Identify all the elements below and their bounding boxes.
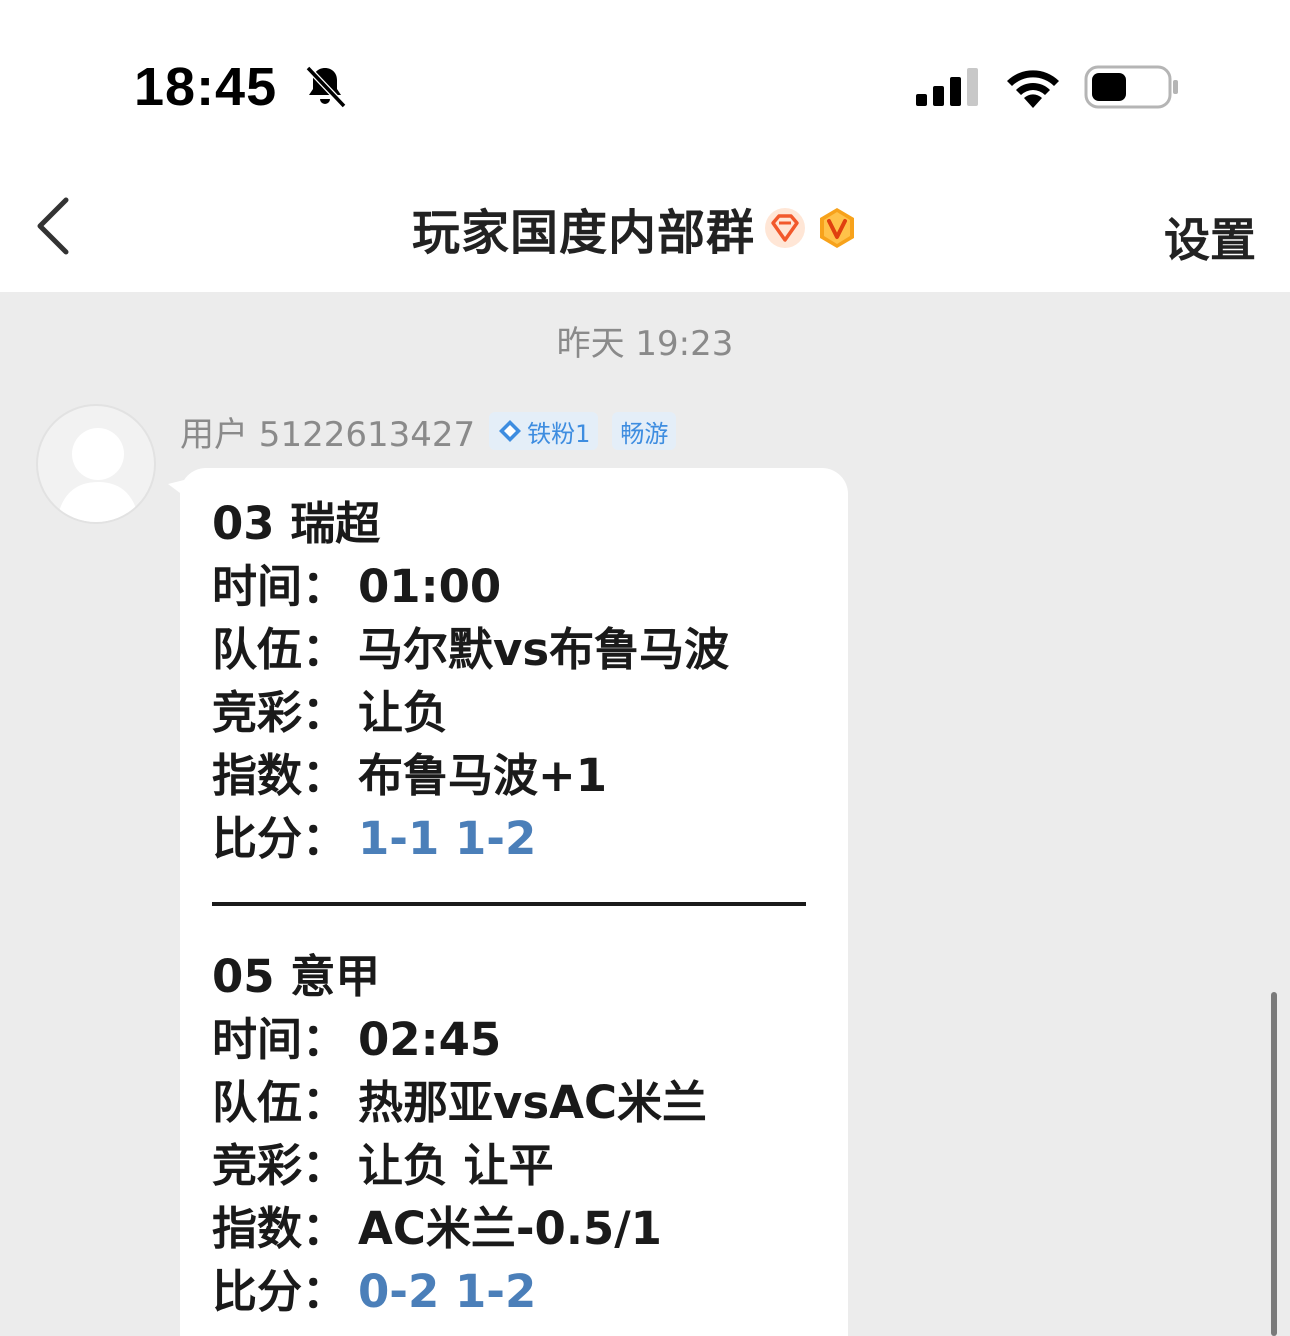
settings-button[interactable]: 设置: [1164, 204, 1256, 270]
header-title-group: 玩家国度内部群: [412, 196, 859, 261]
match-time-row: 时间： 01:00: [212, 555, 818, 618]
match-block: 03 瑞超 时间： 01:00 队伍： 马尔默vs布鲁马波 竞彩： 让负 指数： 布鲁马…: [212, 492, 818, 870]
match-time-row: 时间： 02:45: [212, 1008, 818, 1071]
fan-level-label: 铁粉1: [527, 419, 591, 448]
divider-line: [212, 870, 818, 933]
row-label: 比分：: [212, 812, 348, 865]
back-chevron-icon[interactable]: [30, 194, 80, 258]
bell-muted-icon: [305, 65, 347, 109]
sender-row: 用户 5122613427 铁粉1 畅游: [180, 410, 677, 455]
row-label: 比分：: [212, 1265, 348, 1318]
match-index-row: 指数： AC米兰-0.5/1: [212, 1197, 818, 1260]
fan-diamond-icon: [499, 420, 522, 442]
status-time: 18:45: [134, 57, 278, 117]
wifi-icon: [1007, 70, 1059, 108]
row-label: 竞彩：: [212, 686, 348, 739]
row-label: 竞彩：: [212, 1139, 348, 1192]
match-index: AC米兰-0.5/1: [358, 1202, 662, 1255]
match-team-row: 队伍： 热那亚vsAC米兰: [212, 1071, 818, 1134]
row-label: 时间：: [212, 560, 348, 613]
match-pick: 让负: [358, 686, 449, 739]
match-pick-row: 竞彩： 让负 让平: [212, 1134, 818, 1197]
match-time: 02:45: [358, 1013, 502, 1066]
default-user-icon: [56, 428, 140, 522]
scrollbar[interactable]: [1271, 992, 1277, 1336]
match-teams: 马尔默vs布鲁马波: [358, 623, 730, 676]
top-bar: 18:45 玩家国度内部群 设置: [0, 0, 1290, 292]
match-teams: 热那亚vsAC米兰: [358, 1076, 707, 1129]
match-team-row: 队伍： 马尔默vs布鲁马波: [212, 618, 818, 681]
fan-level-tag: 铁粉1: [489, 412, 599, 450]
match-heading: 03 瑞超: [212, 497, 381, 550]
page-title: 玩家国度内部群: [412, 205, 756, 261]
match-score-row: 比分： 1-1 1-2: [212, 807, 818, 870]
score-link[interactable]: 1-1 1-2: [358, 812, 536, 865]
vip-v-badge-icon: [820, 208, 855, 248]
row-label: 队伍：: [212, 1076, 348, 1129]
diamond-badge-icon: [765, 208, 806, 248]
score-link[interactable]: 0-2 1-2: [358, 1265, 536, 1318]
match-time: 01:00: [358, 560, 502, 613]
match-pick: 让负 让平: [358, 1139, 554, 1192]
avatar[interactable]: [36, 404, 156, 524]
match-index: 布鲁马波+1: [358, 749, 608, 802]
date-separator: 昨天 19:23: [556, 324, 734, 364]
match-index-row: 指数： 布鲁马波+1: [212, 744, 818, 807]
message-bubble[interactable]: 03 瑞超 时间： 01:00 队伍： 马尔默vs布鲁马波 竞彩： 让负 指数： 布鲁马…: [180, 468, 848, 1336]
row-label: 时间：: [212, 1013, 348, 1066]
match-score-row: 比分： 0-2 1-2: [212, 1260, 818, 1323]
battery-icon: [1084, 65, 1178, 109]
row-label: 指数：: [212, 749, 348, 802]
cellular-signal-icon: [916, 68, 978, 106]
member-tag: 畅游: [612, 412, 677, 450]
match-heading: 05 意甲: [212, 950, 381, 1003]
sender-name[interactable]: 用户 5122613427: [180, 407, 475, 456]
match-pick-row: 竞彩： 让负: [212, 681, 818, 744]
row-label: 指数：: [212, 1202, 348, 1255]
row-label: 队伍：: [212, 623, 348, 676]
match-block: 05 意甲 时间： 02:45 队伍： 热那亚vsAC米兰 竞彩： 让负 让平 指数：…: [212, 945, 818, 1323]
